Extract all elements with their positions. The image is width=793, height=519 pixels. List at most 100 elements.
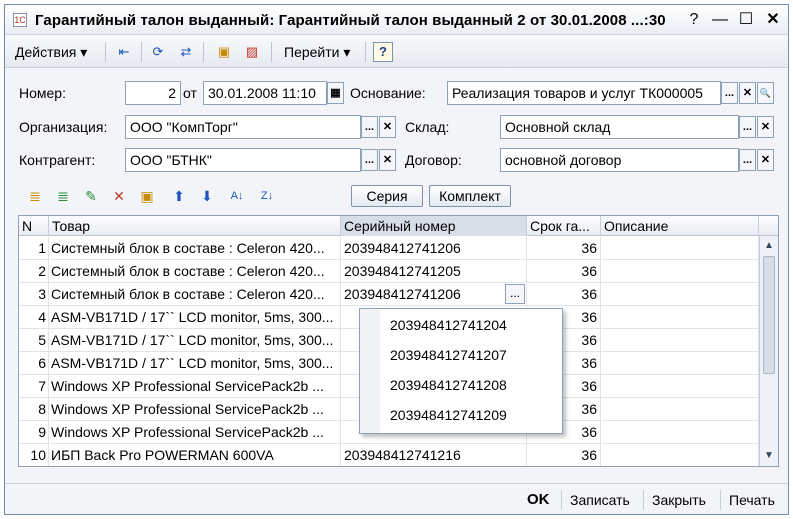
row-number: 5	[19, 329, 49, 351]
item-cell[interactable]: Windows XP Professional ServicePack2b ..…	[49, 398, 341, 420]
scroll-up-icon[interactable]: ▲	[761, 238, 777, 254]
contractor-select-button[interactable]: ...	[361, 149, 378, 171]
add-row-icon[interactable]: ≣	[25, 186, 45, 206]
item-cell[interactable]: ASM-VB171D / 17`` LCD monitor, 5ms, 300.…	[49, 352, 341, 374]
delete-row-icon[interactable]: ✕	[109, 186, 129, 206]
number-label: Номер:	[19, 85, 66, 101]
item-cell[interactable]: ASM-VB171D / 17`` LCD monitor, 5ms, 300.…	[49, 329, 341, 351]
contract-clear-button[interactable]: ✕	[757, 149, 774, 171]
maximize-button[interactable]: ☐	[735, 9, 757, 31]
copy-row-icon[interactable]: ≣	[53, 186, 73, 206]
table-row[interactable]: 1 Системный блок в составе : Celeron 420…	[19, 237, 759, 260]
date-field[interactable]: 30.01.2008 11:10	[203, 81, 327, 105]
item-cell[interactable]: Windows XP Professional ServicePack2b ..…	[49, 375, 341, 397]
basis-select-button[interactable]: ...	[721, 82, 738, 104]
help-icon[interactable]: ?	[373, 42, 393, 62]
dropdown-option[interactable]: 203948412741208	[390, 370, 507, 400]
warehouse-clear-button[interactable]: ✕	[757, 116, 774, 138]
description-cell[interactable]	[601, 237, 759, 259]
item-cell[interactable]: ASM-VB171D / 17`` LCD monitor, 5ms, 300.…	[49, 306, 341, 328]
actions-menu[interactable]: Действия ▾	[15, 42, 87, 62]
table-row[interactable]: 10 ИБП Back Pro POWERMAN 600VA 203948412…	[19, 444, 759, 466]
post-document-icon[interactable]: ▣	[215, 43, 233, 61]
item-cell[interactable]: Системный блок в составе : Celeron 420..…	[49, 237, 341, 259]
organization-select-button[interactable]: ...	[361, 116, 378, 138]
term-cell[interactable]: 36	[527, 237, 601, 259]
contractor-clear-button[interactable]: ✕	[379, 149, 396, 171]
description-cell[interactable]	[601, 375, 759, 397]
calendar-icon[interactable]: ▦	[327, 82, 344, 104]
warehouse-field[interactable]: Основной склад	[500, 115, 739, 139]
go-to-start-icon[interactable]: ⇤	[115, 43, 133, 61]
end-edit-icon[interactable]: ▣	[137, 186, 157, 206]
serial-dropdown: 203948412741204 203948412741207 20394841…	[359, 308, 563, 434]
term-cell[interactable]: 36	[527, 283, 601, 305]
description-cell[interactable]	[601, 421, 759, 443]
serial-cell[interactable]: 203948412741216	[341, 444, 527, 466]
term-cell[interactable]: 36	[527, 444, 601, 466]
dropdown-option[interactable]: 203948412741204	[390, 310, 507, 340]
description-cell[interactable]	[601, 306, 759, 328]
move-up-icon[interactable]: ⬆	[169, 186, 189, 206]
item-cell[interactable]: Системный блок в составе : Celeron 420..…	[49, 283, 341, 305]
print-button[interactable]: Печать	[729, 490, 775, 510]
table-row[interactable]: 2 Системный блок в составе : Celeron 420…	[19, 260, 759, 283]
contract-field[interactable]: основной договор	[500, 148, 739, 172]
item-cell[interactable]: Системный блок в составе : Celeron 420..…	[49, 260, 341, 282]
row-number: 7	[19, 375, 49, 397]
warehouse-select-button[interactable]: ...	[739, 116, 756, 138]
move-down-icon[interactable]: ⬇	[197, 186, 217, 206]
edit-row-icon[interactable]: ✎	[81, 186, 101, 206]
contract-label: Договор:	[405, 152, 462, 168]
close-button[interactable]: Закрыть	[652, 490, 706, 510]
refresh-icon[interactable]: ⟳	[149, 43, 167, 61]
organization-field[interactable]: ООО "КомпТорг"	[125, 115, 361, 139]
save-button[interactable]: Записать	[570, 490, 630, 510]
sort-ascending-icon[interactable]: A↓	[227, 186, 247, 206]
scroll-down-icon[interactable]: ▼	[761, 448, 777, 464]
table-scrollbar[interactable]: ▲ ▼	[759, 236, 778, 466]
scroll-thumb[interactable]	[763, 256, 775, 374]
contractor-label: Контрагент:	[19, 152, 96, 168]
item-cell[interactable]: Windows XP Professional ServicePack2b ..…	[49, 421, 341, 443]
serial-cell[interactable]: 203948412741205	[341, 260, 527, 282]
serial-select-button[interactable]: ...	[505, 284, 525, 304]
description-cell[interactable]	[601, 283, 759, 305]
table-row[interactable]: 3 Системный блок в составе : Celeron 420…	[19, 283, 759, 306]
column-header-n[interactable]: N	[19, 216, 49, 236]
basis-clear-button[interactable]: ✕	[739, 82, 756, 104]
column-header-description[interactable]: Описание	[601, 216, 759, 236]
help-window-button[interactable]: ?	[683, 9, 705, 31]
description-cell[interactable]	[601, 260, 759, 282]
contract-select-button[interactable]: ...	[739, 149, 756, 171]
table-header: N Товар Серийный номер Срок га... Описан…	[19, 216, 778, 236]
description-cell[interactable]	[601, 329, 759, 351]
item-cell[interactable]: ИБП Back Pro POWERMAN 600VA	[49, 444, 341, 466]
description-cell[interactable]	[601, 352, 759, 374]
kit-button[interactable]: Комплект	[429, 185, 511, 207]
column-header-term[interactable]: Срок га...	[527, 216, 601, 236]
dropdown-option[interactable]: 203948412741207	[390, 340, 507, 370]
number-field[interactable]: 2	[125, 81, 181, 105]
term-cell[interactable]: 36	[527, 260, 601, 282]
goto-menu[interactable]: Перейти ▾	[284, 42, 350, 62]
basis-field[interactable]: Реализация товаров и услуг ТК000005	[447, 81, 721, 105]
sort-descending-icon[interactable]: Z↓	[257, 186, 277, 206]
basis-search-icon[interactable]: 🔍	[757, 82, 774, 104]
contractor-field[interactable]: ООО "БТНК"	[125, 148, 361, 172]
description-cell[interactable]	[601, 444, 759, 466]
serial-cell-editing[interactable]: 203948412741206	[341, 283, 527, 305]
close-window-button[interactable]: ✕	[762, 9, 784, 31]
dropdown-option[interactable]: 203948412741209	[390, 400, 507, 430]
description-cell[interactable]	[601, 398, 759, 420]
organization-clear-button[interactable]: ✕	[379, 116, 396, 138]
ok-button[interactable]: OK	[527, 490, 550, 510]
unpost-document-icon[interactable]: ▨	[243, 43, 261, 61]
minimize-button[interactable]: —	[709, 9, 731, 31]
series-button[interactable]: Серия	[351, 185, 423, 207]
serial-cell[interactable]: 203948412741206	[341, 237, 527, 259]
column-header-item[interactable]: Товар	[49, 216, 341, 236]
structure-icon[interactable]: ⇄	[177, 43, 195, 61]
column-header-serial[interactable]: Серийный номер	[341, 216, 527, 236]
warehouse-label: Склад:	[405, 119, 450, 135]
